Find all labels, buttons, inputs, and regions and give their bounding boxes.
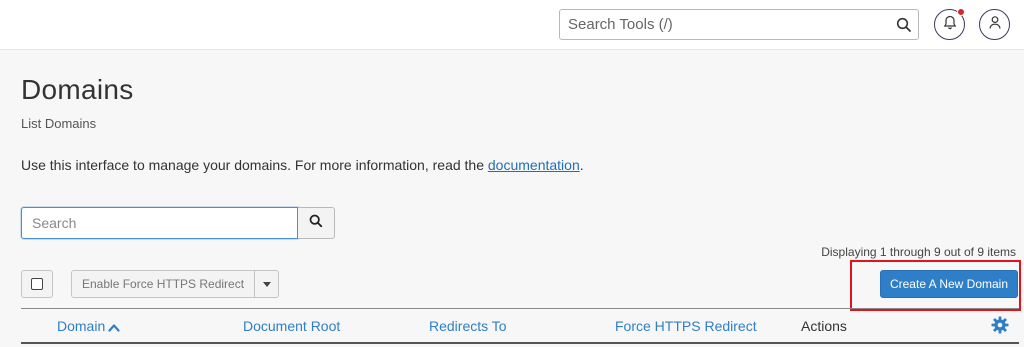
user-icon — [988, 15, 1002, 35]
search-tools-placeholder[interactable]: Search Tools (/) — [560, 16, 890, 33]
select-all-checkbox[interactable] — [21, 270, 53, 298]
search-icon[interactable] — [890, 10, 918, 39]
create-domain-button[interactable]: Create A New Domain — [880, 270, 1018, 298]
notification-dot — [957, 8, 965, 16]
column-domain[interactable]: Domain — [57, 318, 120, 335]
intro-text-body: Use this interface to manage your domain… — [21, 157, 488, 173]
intro-text: Use this interface to manage your domain… — [21, 157, 584, 173]
documentation-link[interactable]: documentation — [488, 157, 580, 173]
bulk-action-group: Enable Force HTTPS Redirect — [71, 270, 280, 298]
intro-text-end: . — [579, 157, 584, 173]
enable-force-https-button[interactable]: Enable Force HTTPS Redirect — [71, 270, 256, 298]
top-header: Search Tools (/) — [0, 0, 1024, 50]
column-domain-label[interactable]: Domain — [57, 318, 105, 334]
checkbox-square[interactable] — [31, 278, 43, 290]
sort-ascending-icon[interactable] — [108, 319, 120, 335]
gear-icon[interactable] — [991, 316, 1009, 339]
chevron-down-icon — [262, 281, 271, 287]
bell-icon — [943, 15, 957, 35]
column-redirects-to[interactable]: Redirects To — [429, 318, 507, 334]
table-header: Domain Document Root Redirects To Force … — [21, 308, 1019, 344]
notifications-button[interactable] — [934, 8, 965, 40]
search-input[interactable] — [21, 207, 298, 239]
column-force-https[interactable]: Force HTTPS Redirect — [615, 318, 757, 334]
bulk-action-dropdown[interactable] — [255, 270, 280, 298]
search-tools-field[interactable]: Search Tools (/) — [559, 9, 919, 40]
page-title: Domains — [21, 74, 134, 105]
pagination-info: Displaying 1 through 9 out of 9 items — [821, 245, 1016, 259]
search-icon — [309, 214, 323, 233]
domain-search — [21, 207, 335, 239]
column-document-root[interactable]: Document Root — [243, 318, 340, 334]
user-menu-button[interactable] — [979, 9, 1010, 40]
page-subtitle: List Domains — [21, 116, 97, 131]
column-actions: Actions — [801, 318, 847, 334]
search-button[interactable] — [298, 207, 335, 239]
